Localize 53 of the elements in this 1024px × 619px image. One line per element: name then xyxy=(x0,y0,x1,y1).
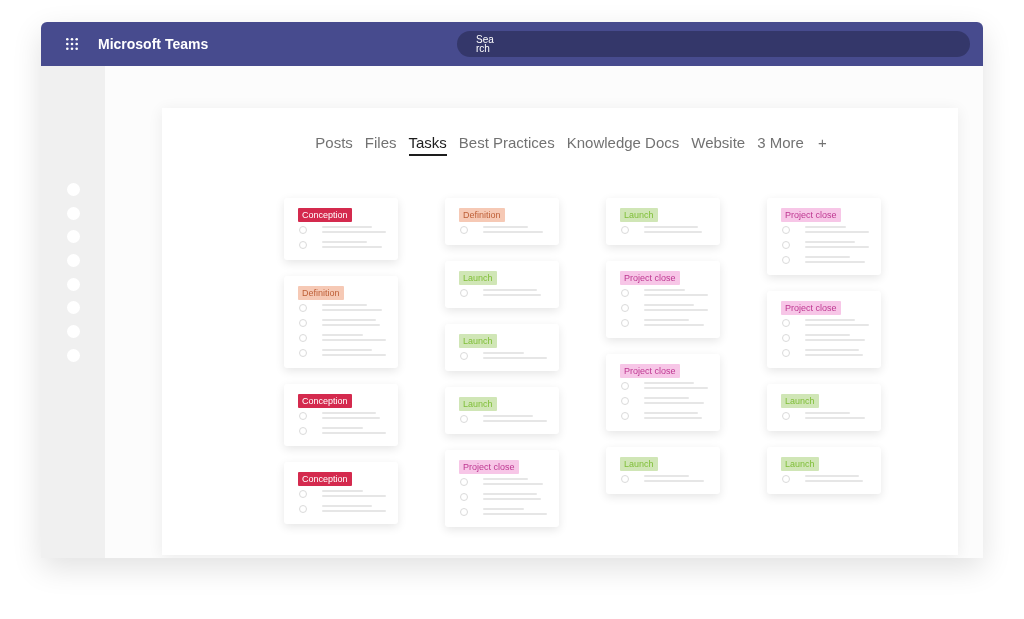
task-card[interactable]: Definition xyxy=(284,276,398,368)
task-card[interactable]: Project close xyxy=(606,354,720,431)
text-placeholder xyxy=(805,226,869,233)
text-placeholder xyxy=(483,415,547,422)
tab[interactable]: Website xyxy=(691,134,746,156)
tab[interactable]: Posts xyxy=(315,134,353,156)
phase-tag: Launch xyxy=(781,457,819,471)
text-placeholder xyxy=(644,304,708,311)
text-placeholder xyxy=(322,349,386,356)
phase-tag: Conception xyxy=(298,208,352,222)
phase-tag: Conception xyxy=(298,472,352,486)
task-card[interactable]: Conception xyxy=(284,462,398,524)
add-tab-button[interactable]: + xyxy=(817,134,827,156)
task-card[interactable]: Project close xyxy=(606,261,720,338)
app-title: Microsoft Teams xyxy=(98,36,209,52)
text-placeholder xyxy=(483,352,547,359)
phase-tag: Project close xyxy=(620,271,680,285)
phase-tag: Launch xyxy=(781,394,819,408)
phase-tag: Launch xyxy=(459,271,497,285)
phase-tag: Project close xyxy=(620,364,680,378)
text-placeholder xyxy=(322,490,386,497)
task-card[interactable]: Project close xyxy=(445,450,559,527)
phase-tag: Launch xyxy=(620,457,658,471)
phase-tag: Launch xyxy=(620,208,658,222)
text-placeholder xyxy=(644,382,708,389)
tab[interactable]: Files xyxy=(364,134,397,156)
phase-tag: Conception xyxy=(298,394,352,408)
text-placeholder xyxy=(644,289,708,296)
app-grid-icon[interactable] xyxy=(66,38,78,50)
task-card[interactable]: Project close xyxy=(767,291,881,368)
text-placeholder xyxy=(805,241,869,248)
tab[interactable]: Tasks xyxy=(408,134,447,156)
phase-tag: Project close xyxy=(781,301,841,315)
phase-tag: Launch xyxy=(459,397,497,411)
text-placeholder xyxy=(322,505,386,512)
text-placeholder xyxy=(322,334,386,341)
text-placeholder xyxy=(805,319,869,326)
task-card[interactable]: Conception xyxy=(284,384,398,446)
more-tabs-button[interactable]: 3 More xyxy=(757,134,804,156)
phase-tag: Definition xyxy=(298,286,344,300)
search-field[interactable]: Search xyxy=(457,31,970,57)
phase-tag: Project close xyxy=(459,460,519,474)
tab[interactable]: Best Practices xyxy=(458,134,555,156)
task-card[interactable]: Project close xyxy=(767,198,881,275)
phase-tag: Project close xyxy=(781,208,841,222)
text-placeholder xyxy=(322,226,386,233)
task-card[interactable]: Conception xyxy=(284,198,398,260)
phase-tag: Definition xyxy=(459,208,505,222)
text-placeholder xyxy=(322,427,386,434)
text-placeholder xyxy=(483,508,547,515)
task-card[interactable]: Definition xyxy=(445,198,559,245)
tab[interactable]: Knowledge Docs xyxy=(566,134,680,156)
phase-tag: Launch xyxy=(459,334,497,348)
